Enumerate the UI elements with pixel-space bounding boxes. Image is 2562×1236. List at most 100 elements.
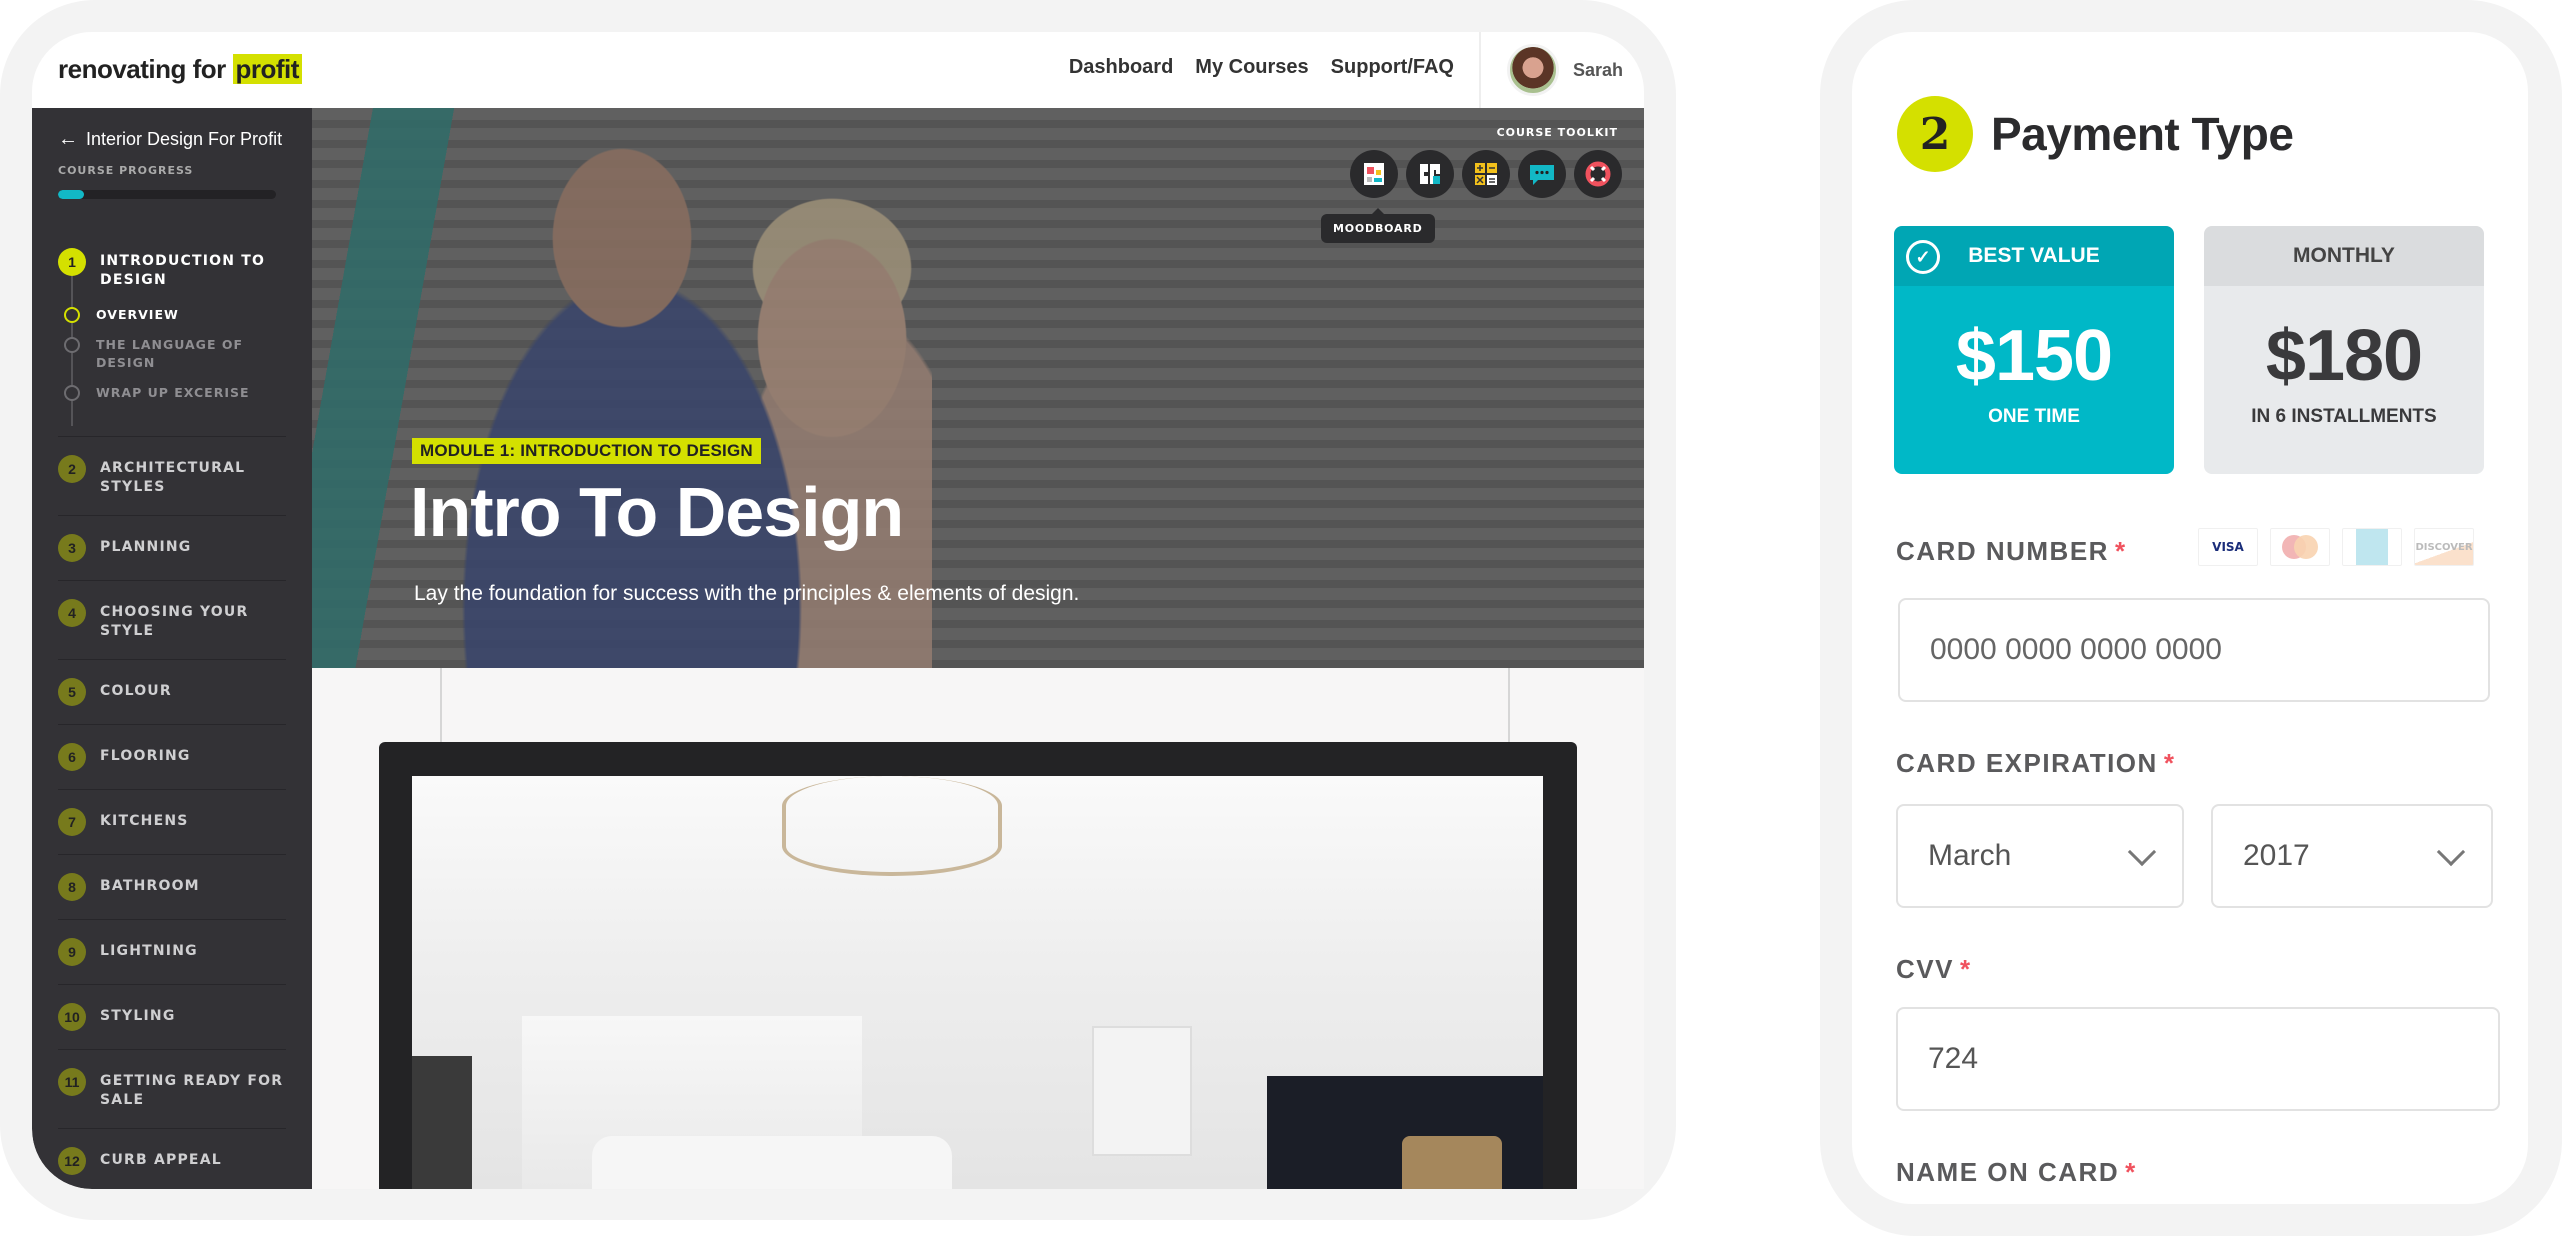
video-thumbnail[interactable]: [412, 776, 1543, 1189]
sidebar-module-9[interactable]: 9 LIGHTNING: [58, 920, 286, 985]
module-number-badge: 1: [58, 248, 86, 276]
user-menu[interactable]: Sarah: [1479, 32, 1644, 108]
plan-header-label: MONTHLY: [2293, 244, 2395, 267]
cvv-input[interactable]: 724: [1896, 1007, 2500, 1111]
tool-support-button[interactable]: [1574, 150, 1622, 198]
nav-support-faq[interactable]: Support/FAQ: [1331, 56, 1454, 79]
module-number-badge: 9: [58, 938, 86, 966]
room-fireplace: [412, 1056, 472, 1189]
nav-my-courses[interactable]: My Courses: [1195, 56, 1308, 79]
sidebar-module-8[interactable]: 8 BATHROOM: [58, 855, 286, 920]
expiration-year-select[interactable]: 2017: [2211, 804, 2493, 908]
lifebuoy-icon: [1585, 161, 1611, 187]
payment-screen: 2 Payment Type ✓ BEST VALUE $150 ONE TIM…: [1852, 32, 2528, 1204]
payment-plans: ✓ BEST VALUE $150 ONE TIME MONTHLY $180 …: [1894, 226, 2484, 474]
plan-monthly[interactable]: MONTHLY $180 IN 6 INSTALLMENTS: [2204, 226, 2484, 474]
plan-price: $150: [1955, 316, 2113, 396]
chat-icon: [1530, 165, 1554, 185]
module-body: GETTING READY FOR SALE: [100, 1068, 286, 1110]
sidebar-module-1[interactable]: 1 INTRODUCTION TO DESIGN OVERVIEW THE LANGU…: [58, 238, 286, 437]
module-label: CHOOSING YOUR STYLE: [100, 604, 249, 639]
top-navbar: renovating for profit Dashboard My Cours…: [32, 32, 1644, 108]
module-subtitle: Lay the foundation for success with the …: [414, 582, 1080, 605]
calculator-icon: [1475, 163, 1497, 185]
sidebar-module-11[interactable]: 11 GETTING READY FOR SALE: [58, 1050, 286, 1129]
module-body: CURB APPEAL: [100, 1147, 222, 1170]
logo[interactable]: renovating for profit: [58, 54, 302, 85]
module-title: Intro To Design: [410, 473, 904, 551]
plan-best-value[interactable]: ✓ BEST VALUE $150 ONE TIME: [1894, 226, 2174, 474]
lesson-item[interactable]: OVERVIEW: [58, 300, 286, 330]
required-asterisk: *: [1959, 954, 1972, 984]
video-player[interactable]: [379, 742, 1577, 1189]
card-number-input[interactable]: 0000 0000 0000 0000: [1898, 598, 2490, 702]
back-to-course-link[interactable]: ← Interior Design For Profit: [58, 128, 282, 151]
sidebar-module-12[interactable]: 12 CURB APPEAL: [58, 1129, 286, 1189]
module-number-badge: 4: [58, 599, 86, 627]
module-body: LIGHTNING: [100, 938, 198, 961]
visa-icon: VISA: [2198, 528, 2258, 566]
expiration-month-select[interactable]: March: [1896, 804, 2184, 908]
main-nav: Dashboard My Courses Support/FAQ: [1069, 56, 1454, 79]
plan-price: $180: [2265, 316, 2423, 396]
moodboard-icon: [1364, 163, 1384, 185]
lesson-item[interactable]: THE LANGUAGE OF DESIGN: [58, 330, 286, 378]
sidebar-module-10[interactable]: 10 STYLING: [58, 985, 286, 1050]
module-label: STYLING: [100, 1008, 176, 1024]
logo-text: renovating for: [58, 54, 233, 84]
module-number-badge: 3: [58, 534, 86, 562]
payment-title: Payment Type: [1991, 108, 2294, 160]
user-name: Sarah: [1573, 59, 1624, 80]
module-number-badge: 10: [58, 1003, 86, 1031]
module-label: INTRODUCTION TO DESIGN: [100, 253, 266, 288]
module-number-badge: 6: [58, 743, 86, 771]
lesson-label: THE LANGUAGE OF DESIGN: [96, 337, 243, 370]
module-label: LIGHTNING: [100, 943, 198, 959]
sidebar-module-7[interactable]: 7 KITCHENS: [58, 790, 286, 855]
sidebar-module-3[interactable]: 3 PLANNING: [58, 516, 286, 581]
tool-floorplan-button[interactable]: [1406, 150, 1454, 198]
room-chair: [1402, 1136, 1502, 1189]
module-label: FLOORING: [100, 748, 191, 764]
module-hero: COURSE TOOLKIT MOODBOARD MODULE 1: INTRO…: [312, 108, 1644, 668]
plan-body: $180 IN 6 INSTALLMENTS: [2204, 286, 2484, 474]
cvv-label: CVV *: [1896, 954, 1972, 985]
module-body: PLANNING: [100, 534, 191, 557]
module-number-badge: 5: [58, 678, 86, 706]
avatar: [1507, 44, 1559, 96]
lesson-status-dot-icon: [64, 337, 80, 353]
course-progress-label: COURSE PROGRESS: [58, 164, 194, 177]
course-screen: renovating for profit Dashboard My Cours…: [32, 32, 1644, 1189]
plan-note: IN 6 INSTALLMENTS: [2251, 406, 2437, 427]
module-number-badge: 12: [58, 1147, 86, 1175]
tool-calculator-button[interactable]: [1462, 150, 1510, 198]
lesson-item[interactable]: WRAP UP EXCERISE: [58, 378, 286, 408]
sidebar-module-6[interactable]: 6 FLOORING: [58, 725, 286, 790]
sidebar-module-5[interactable]: 5 COLOUR: [58, 660, 286, 725]
nav-dashboard[interactable]: Dashboard: [1069, 56, 1173, 79]
name-on-card-label-text: NAME ON CARD: [1896, 1157, 2120, 1187]
module-number-badge: 8: [58, 873, 86, 901]
chevron-down-icon: [2436, 837, 2466, 867]
sidebar-module-4[interactable]: 4 CHOOSING YOUR STYLE: [58, 581, 286, 660]
discover-icon: DISCOVER: [2414, 528, 2474, 566]
tool-moodboard-button[interactable]: [1350, 150, 1398, 198]
sidebar-module-2[interactable]: 2 ARCHITECTURAL STYLES: [58, 437, 286, 516]
course-sidebar: ← Interior Design For Profit COURSE PROG…: [32, 108, 312, 1189]
room-sofa: [592, 1136, 952, 1189]
module-label: BATHROOM: [100, 878, 200, 894]
module-body: KITCHENS: [100, 808, 189, 831]
payment-step-header: 2 Payment Type: [1897, 96, 2294, 172]
plan-header: ✓ BEST VALUE: [1894, 226, 2174, 286]
module-label: GETTING READY FOR SALE: [100, 1073, 284, 1108]
name-on-card-label: NAME ON CARD *: [1896, 1157, 2137, 1188]
back-link-label: Interior Design For Profit: [86, 129, 283, 149]
card-number-label-text: CARD NUMBER: [1896, 536, 2109, 566]
lesson-label: OVERVIEW: [96, 307, 179, 322]
tool-chat-button[interactable]: [1518, 150, 1566, 198]
module-number-badge: 2: [58, 455, 86, 483]
card-expiration-label: CARD EXPIRATION *: [1896, 748, 2175, 779]
module-label: PLANNING: [100, 539, 192, 555]
accepted-cards: VISA DISCOVER: [2198, 528, 2474, 566]
moodboard-tooltip: MOODBOARD: [1321, 208, 1435, 243]
